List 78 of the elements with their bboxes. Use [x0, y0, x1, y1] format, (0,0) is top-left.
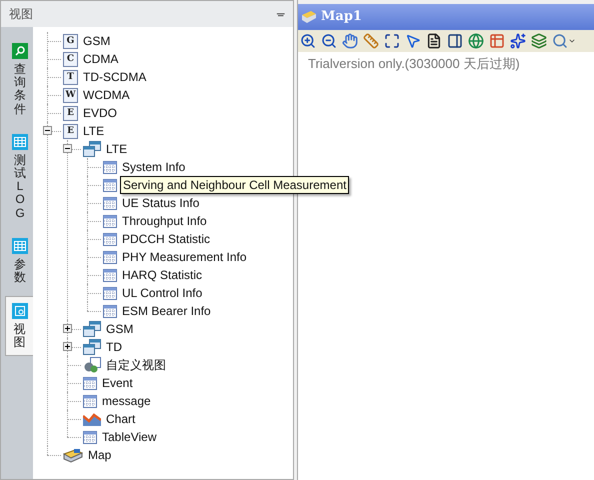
layers-icon[interactable]	[531, 33, 547, 49]
globe-icon[interactable]	[468, 33, 484, 49]
table-icon	[83, 376, 97, 390]
table-icon	[103, 268, 117, 282]
table-icon	[83, 394, 97, 408]
expand-toggle[interactable]	[63, 342, 72, 351]
collapse-toggle[interactable]	[63, 144, 72, 153]
map-icon	[301, 10, 317, 24]
tree-item[interactable]: TD-SCDMA	[83, 68, 146, 86]
pan-icon[interactable]	[342, 33, 358, 49]
stacked-tables-icon	[83, 141, 101, 157]
panel-title: 视图	[9, 6, 33, 23]
tree-item[interactable]: HARQ Statistic	[122, 266, 202, 284]
table-icon	[103, 196, 117, 210]
tree-item[interactable]: UL Control Info	[122, 284, 202, 302]
search-icon[interactable]	[552, 33, 568, 49]
table-icon	[83, 430, 97, 444]
expand-toggle[interactable]	[63, 324, 72, 333]
caret-icon[interactable]	[568, 37, 576, 45]
tree-item[interactable]: EVDO	[83, 104, 118, 122]
pin-button[interactable]: ᚚ	[277, 6, 285, 22]
side-tab[interactable]: 视图	[5, 296, 33, 356]
tree-item[interactable]: WCDMA	[83, 86, 130, 104]
tree-item[interactable]: PHY Measurement Info	[122, 248, 247, 266]
tooltip: Serving and Neighbour Cell Measurement	[120, 176, 350, 194]
tree-item[interactable]: TableView	[102, 428, 156, 446]
ruler-icon[interactable]	[363, 33, 379, 49]
panel-icon[interactable]	[447, 33, 463, 49]
grid-icon	[12, 134, 28, 150]
side-tab-label: 参数	[14, 258, 26, 284]
tree-item[interactable]: LTE	[106, 140, 128, 158]
map-icon	[63, 448, 83, 462]
view-icon	[12, 303, 28, 320]
tree-item[interactable]: GSM	[83, 32, 110, 50]
tree-item[interactable]: Throughput Info	[122, 212, 207, 230]
stacked-tables-icon	[83, 321, 101, 337]
letter-icon: E	[63, 106, 78, 120]
tree-item[interactable]: message	[102, 392, 151, 410]
side-tab-label: 视图	[14, 323, 26, 350]
select-icon[interactable]	[405, 33, 421, 49]
side-tab-label: 测试LOG	[14, 154, 26, 220]
tree-item[interactable]: PDCCH Statistic	[122, 230, 210, 248]
zoom-in-icon[interactable]	[300, 33, 316, 49]
letter-icon: G	[63, 34, 78, 48]
tree-item[interactable]: TD	[106, 338, 122, 356]
letter-icon: C	[63, 52, 78, 66]
tree-item[interactable]: System Info	[122, 158, 186, 176]
table-icon[interactable]	[489, 33, 505, 49]
properties-icon[interactable]	[426, 33, 442, 49]
grid-icon	[12, 238, 28, 254]
tree-item[interactable]: ESM Bearer Info	[122, 302, 211, 320]
letter-icon: W	[63, 88, 78, 102]
stacked-tables-icon	[83, 339, 101, 355]
collapse-toggle[interactable]	[43, 126, 52, 135]
window-title: Map1	[321, 8, 362, 26]
tree-item[interactable]: UE Status Info	[122, 194, 200, 212]
chart-icon	[83, 412, 101, 426]
letter-icon: T	[63, 70, 78, 84]
table-icon	[103, 286, 117, 300]
side-tab-label: 查询条件	[14, 63, 26, 116]
fit-icon[interactable]	[384, 33, 400, 49]
table-icon	[103, 214, 117, 228]
trial-notice: Trialversion only.(3030000 天后过期)	[308, 56, 520, 71]
search-icon	[12, 43, 28, 59]
tree-item[interactable]: Chart	[106, 410, 136, 428]
table-icon	[103, 232, 117, 246]
tree-item[interactable]: GSM	[106, 320, 134, 338]
zoom-out-icon[interactable]	[321, 33, 337, 49]
table-icon	[103, 160, 117, 174]
tree-item[interactable]: Event	[102, 374, 133, 392]
letter-icon: E	[63, 124, 78, 138]
table-icon	[103, 250, 117, 264]
table-icon	[103, 178, 117, 192]
tree-item[interactable]: 自定义视图	[106, 356, 166, 374]
tree-item[interactable]: Map	[88, 446, 112, 464]
tree-item[interactable]: LTE	[83, 122, 104, 140]
tree-item[interactable]: CDMA	[83, 50, 118, 68]
table-icon	[103, 304, 117, 318]
